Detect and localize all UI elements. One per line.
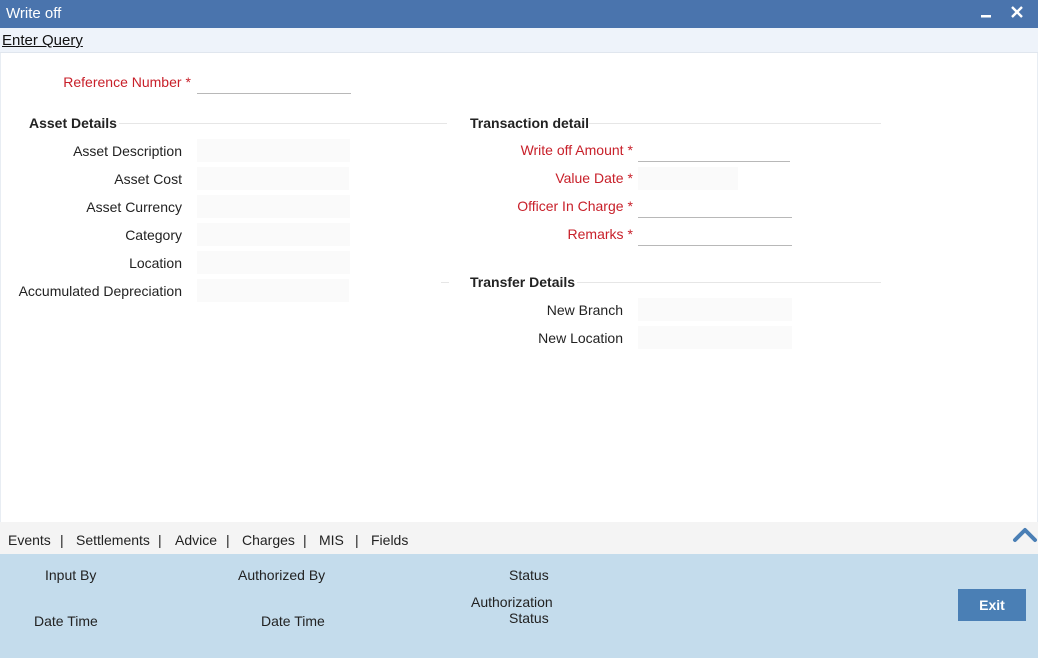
- value-date-field[interactable]: [638, 167, 738, 190]
- toolbar: Enter Query: [0, 28, 1038, 53]
- remarks-field[interactable]: [638, 223, 792, 246]
- audit-footer: Input By Date Time Authorized By Date Ti…: [0, 554, 1038, 658]
- title-bar: Write off: [0, 0, 1038, 28]
- reference-number-input[interactable]: [197, 71, 351, 93]
- asset-description-input[interactable]: [197, 139, 350, 162]
- accumulated-depreciation-field[interactable]: [197, 279, 349, 302]
- asset-details-divider: [119, 123, 447, 124]
- asset-currency-field[interactable]: [197, 195, 350, 218]
- location-input[interactable]: [197, 251, 350, 274]
- tab-separator: |: [158, 532, 162, 548]
- tab-separator: |: [355, 532, 359, 548]
- tab-mis[interactable]: MIS: [319, 532, 344, 548]
- new-branch-field[interactable]: [638, 298, 792, 321]
- asset-cost-label: Asset Cost: [114, 171, 182, 187]
- authorized-by-label: Authorized By: [238, 567, 326, 583]
- new-branch-label: New Branch: [546, 302, 623, 318]
- officer-in-charge-input[interactable]: [638, 195, 792, 217]
- value-date-input[interactable]: [638, 167, 738, 190]
- tab-charges[interactable]: Charges: [242, 532, 295, 548]
- new-branch-input[interactable]: [638, 298, 792, 321]
- main-form: Reference Number * Asset Details Asset De…: [0, 53, 1038, 522]
- chevron-up-icon[interactable]: [1012, 524, 1038, 548]
- asset-cost-field[interactable]: [197, 167, 349, 190]
- category-input[interactable]: [197, 223, 350, 246]
- asset-currency-input[interactable]: [197, 195, 350, 218]
- transaction-detail-divider: [589, 123, 881, 124]
- tab-settlements[interactable]: Settlements: [76, 532, 150, 548]
- tab-advice[interactable]: Advice: [175, 532, 217, 548]
- reference-number-label: Reference Number *: [63, 74, 191, 90]
- location-field[interactable]: [197, 251, 350, 274]
- transfer-details-divider: [577, 282, 881, 283]
- authorization-status-label-line1: Authorization: [471, 594, 553, 610]
- accumulated-depreciation-label: Accumulated Depreciation: [18, 283, 182, 299]
- officer-in-charge-label: Officer In Charge *: [517, 198, 633, 214]
- asset-description-field[interactable]: [197, 139, 350, 162]
- category-field[interactable]: [197, 223, 350, 246]
- asset-cost-input[interactable]: [197, 167, 349, 190]
- transfer-details-title: Transfer Details: [470, 274, 576, 290]
- location-label: Location: [129, 255, 182, 271]
- authorized-date-time-label: Date Time: [261, 613, 325, 629]
- new-location-input[interactable]: [638, 326, 792, 349]
- tab-fields[interactable]: Fields: [371, 532, 408, 548]
- asset-currency-label: Asset Currency: [86, 199, 182, 215]
- authorization-status-label-line2: Status: [509, 610, 549, 626]
- window-title: Write off: [6, 5, 62, 22]
- input-by-label: Input By: [45, 567, 97, 583]
- tab-separator: |: [60, 532, 64, 548]
- close-icon[interactable]: [1006, 1, 1028, 25]
- exit-button[interactable]: Exit: [958, 589, 1026, 621]
- new-location-label: New Location: [538, 330, 623, 346]
- status-label: Status: [509, 567, 549, 583]
- officer-in-charge-field[interactable]: [638, 195, 792, 218]
- write-off-amount-field[interactable]: [638, 139, 790, 162]
- asset-description-label: Asset Description: [73, 143, 182, 159]
- new-location-field[interactable]: [638, 326, 792, 349]
- date-time-label: Date Time: [34, 613, 98, 629]
- minimize-icon[interactable]: [975, 1, 997, 25]
- enter-query-link[interactable]: Enter Query: [2, 32, 83, 49]
- accumulated-depreciation-input[interactable]: [197, 279, 349, 302]
- transaction-detail-title: Transaction detail: [470, 115, 590, 131]
- remarks-label: Remarks *: [567, 226, 633, 242]
- tab-separator: |: [303, 532, 307, 548]
- transfer-details-left-divider: [441, 282, 449, 283]
- write-off-amount-input[interactable]: [638, 139, 790, 161]
- asset-details-title: Asset Details: [29, 115, 117, 131]
- category-label: Category: [125, 227, 182, 243]
- reference-number-field[interactable]: [197, 71, 351, 94]
- subsystem-tab-bar: Events | Settlements | Advice | Charges …: [0, 522, 1038, 554]
- tab-separator: |: [226, 532, 230, 548]
- value-date-label: Value Date *: [555, 170, 633, 186]
- write-off-amount-label: Write off Amount *: [520, 142, 633, 158]
- tab-events[interactable]: Events: [8, 532, 51, 548]
- remarks-input[interactable]: [638, 223, 792, 245]
